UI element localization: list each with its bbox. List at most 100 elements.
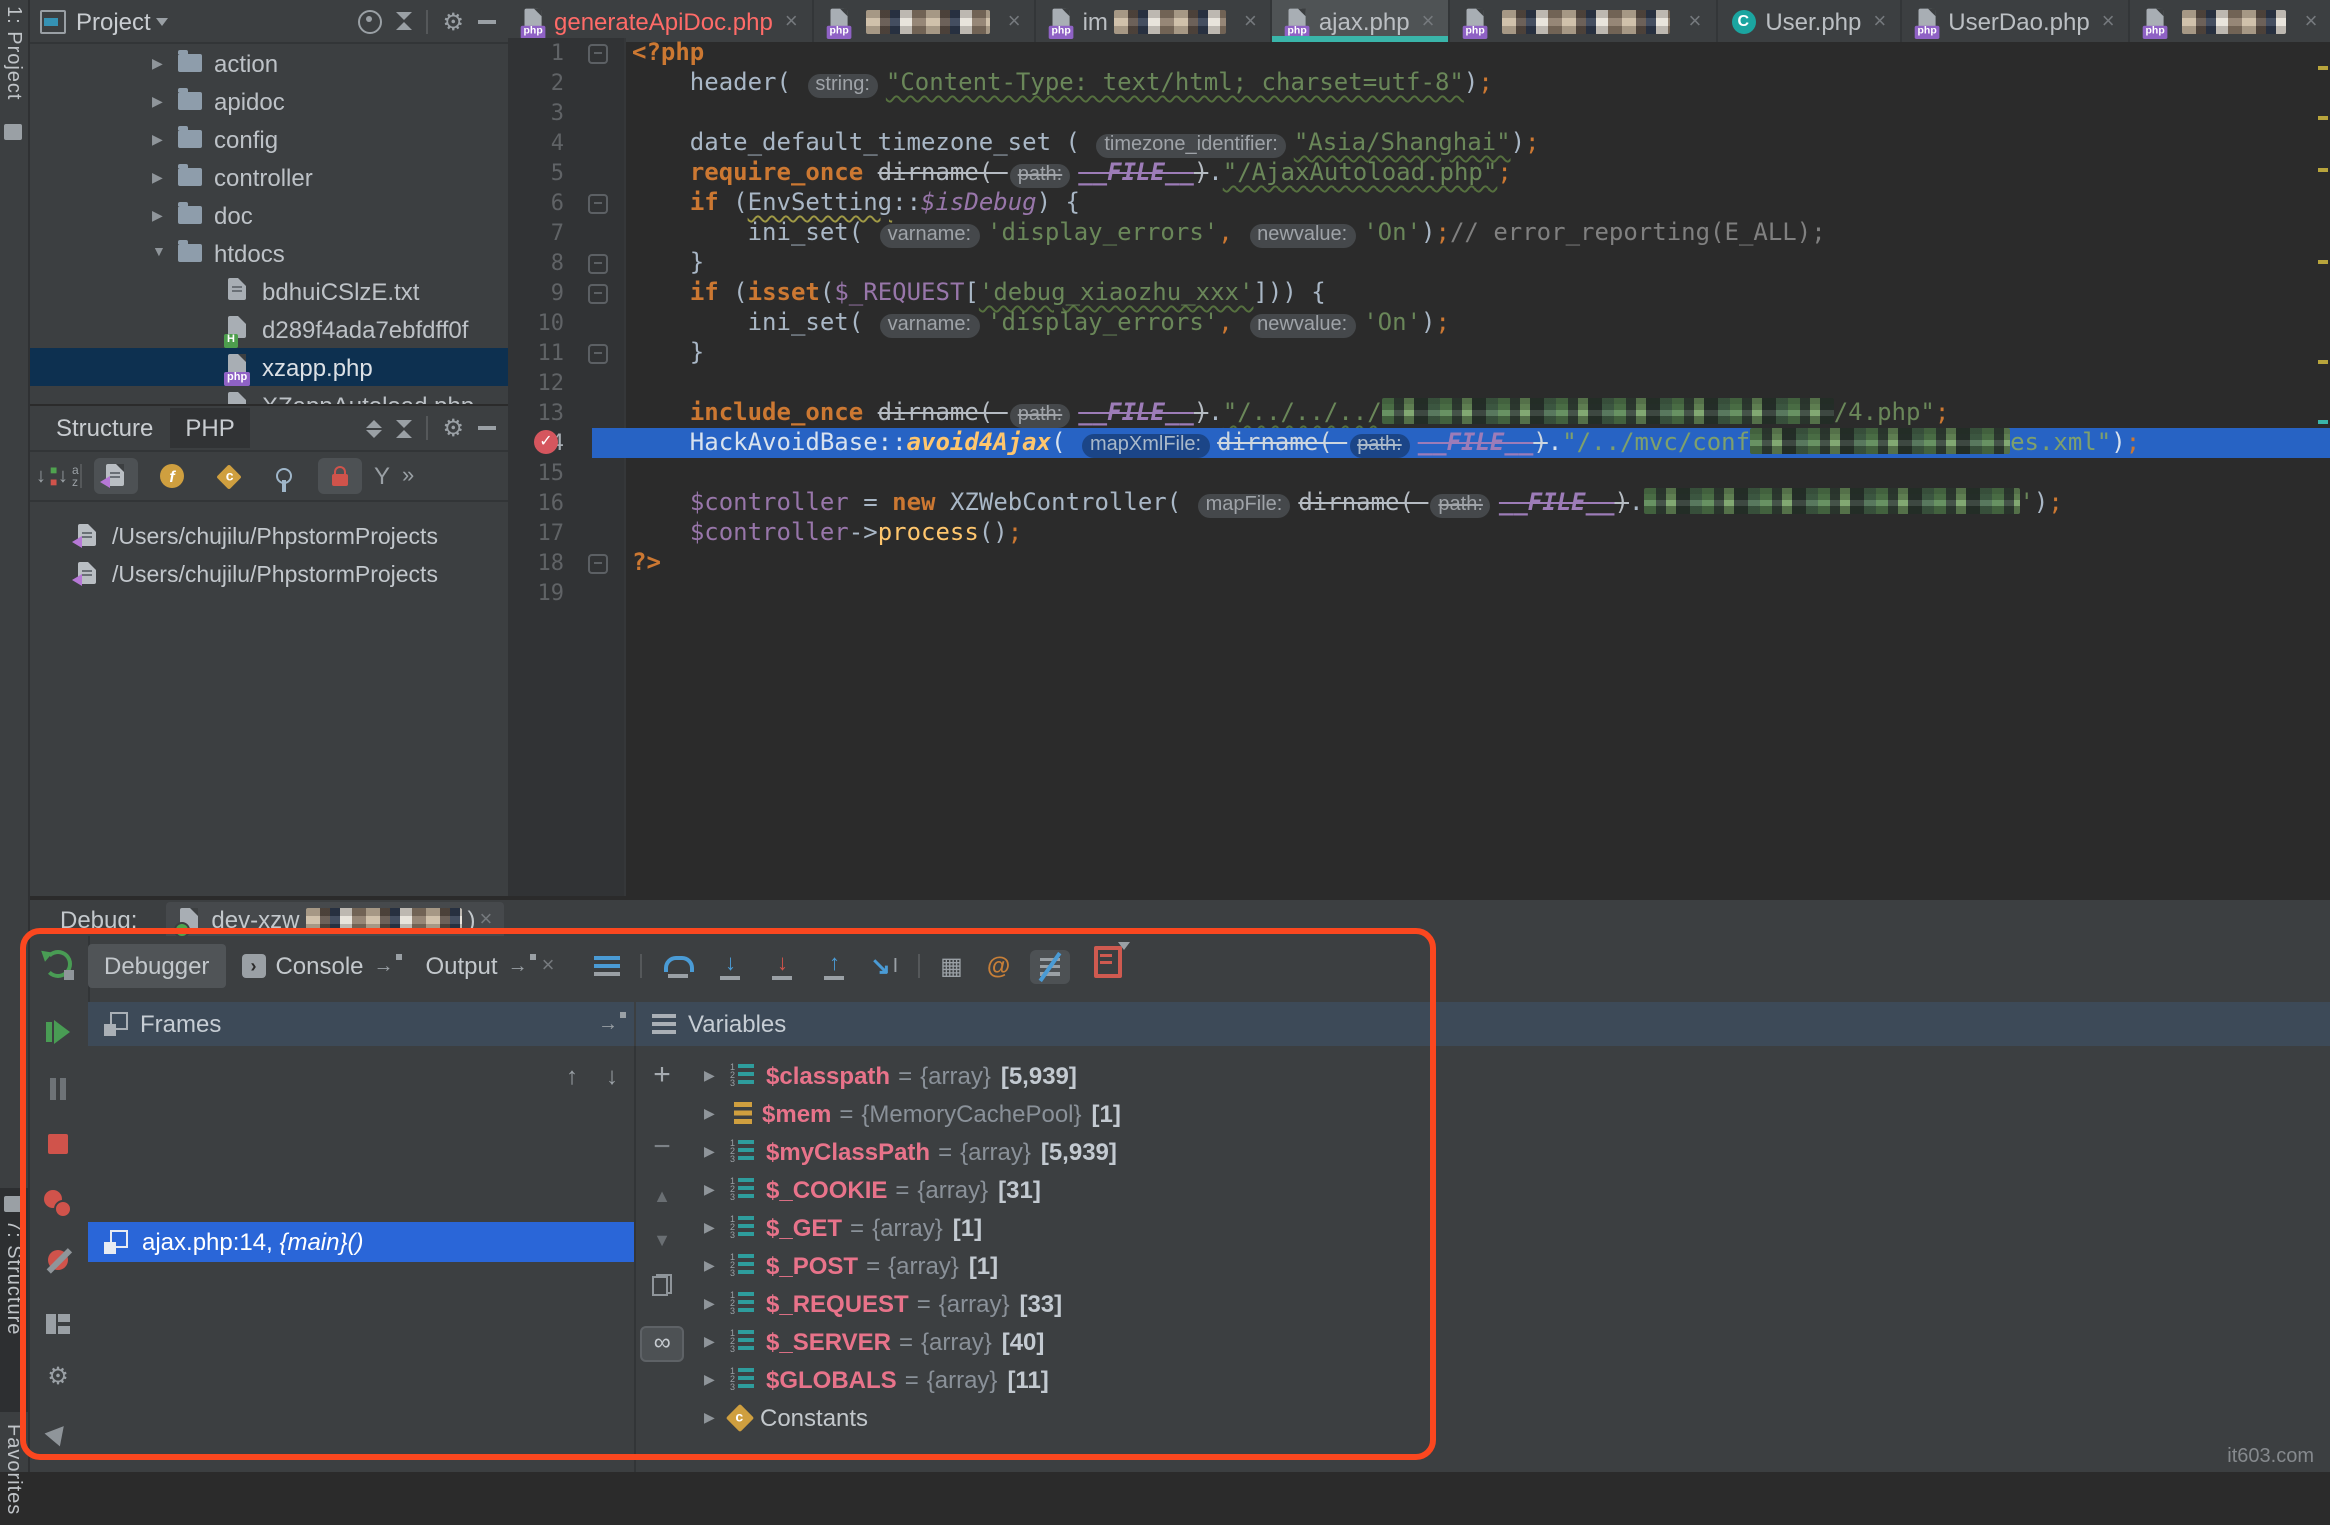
editor-tab[interactable]: php×: [2131, 0, 2330, 42]
close-icon[interactable]: ×: [1008, 9, 1021, 33]
variable-row[interactable]: ▶$mem={MemoryCachePool}[1]: [688, 1094, 2330, 1132]
variable-row[interactable]: ▶123$myClassPath={array}[5,939]: [688, 1132, 2330, 1170]
editor-tab[interactable]: php×: [1450, 0, 1717, 42]
view-breakpoints-button[interactable]: [42, 1188, 74, 1220]
variable-row[interactable]: ▶123$classpath={array}[5,939]: [688, 1056, 2330, 1094]
resume-button[interactable]: [42, 1016, 74, 1048]
collapse-all-icon[interactable]: [396, 419, 412, 437]
show-constants-button[interactable]: c: [206, 458, 250, 494]
tree-row-htdocs[interactable]: ▼htdocs: [28, 234, 508, 272]
frame-up-icon[interactable]: ↑: [566, 1062, 578, 1090]
move-down-icon[interactable]: ▼: [636, 1226, 688, 1254]
chevron-right-icon[interactable]: ▶: [704, 1295, 724, 1311]
chevron-right-icon[interactable]: ▶: [152, 131, 172, 147]
rerun-button[interactable]: [42, 948, 74, 980]
tree-row-config[interactable]: ▶config: [28, 120, 508, 158]
show-includes-button[interactable]: [94, 458, 138, 494]
structure-item[interactable]: /Users/chujilu/PhpstormProjects: [28, 556, 508, 594]
step-into-button[interactable]: ↓: [714, 953, 746, 979]
filter-icon[interactable]: Y: [374, 462, 390, 490]
fold-marker[interactable]: [588, 194, 608, 214]
tab-php[interactable]: PHP: [169, 408, 250, 448]
run-to-cursor-button[interactable]: ↘I: [870, 952, 898, 980]
tab-structure[interactable]: Structure: [40, 408, 169, 448]
more-actions-icon[interactable]: »: [402, 464, 414, 488]
variable-row[interactable]: ▶cConstants: [688, 1398, 2330, 1436]
editor-tab[interactable]: phpUserDao.php×: [1902, 0, 2130, 42]
pin-tab-icon[interactable]: →: [598, 1013, 618, 1035]
pause-button[interactable]: [42, 1076, 74, 1108]
pin-tab-icon[interactable]: →: [508, 955, 528, 977]
duplicate-icon[interactable]: [636, 1274, 688, 1302]
chevron-down-icon[interactable]: ▼: [152, 246, 172, 260]
remove-watch-button[interactable]: −: [636, 1134, 688, 1162]
close-icon[interactable]: ×: [1873, 9, 1886, 33]
chevron-right-icon[interactable]: ▶: [152, 93, 172, 109]
restore-layout-button[interactable]: [42, 1308, 74, 1340]
frame-row[interactable]: ajax.php:14, {main}(): [88, 1222, 634, 1262]
sort-alpha-icon[interactable]: ↓az: [58, 465, 68, 487]
chevron-right-icon[interactable]: ▶: [704, 1409, 724, 1425]
chevron-right-icon[interactable]: ▶: [704, 1067, 724, 1083]
editor-tab[interactable]: phpajax.php×: [1273, 0, 1451, 42]
tree-row-bdhuiCSlzE.txt[interactable]: bdhuiCSlzE.txt: [28, 272, 508, 310]
step-out-button[interactable]: ↑: [818, 953, 850, 979]
move-up-icon[interactable]: ▲: [636, 1182, 688, 1210]
structure-item[interactable]: /Users/chujilu/PhpstormProjects: [28, 518, 508, 556]
evaluate-expression-button[interactable]: ▦: [940, 952, 963, 980]
new-watch-button[interactable]: @: [987, 952, 1010, 980]
tab-debugger[interactable]: Debugger: [88, 944, 225, 988]
locate-file-icon[interactable]: [358, 9, 382, 33]
expand-all-icon[interactable]: [366, 419, 382, 437]
fold-marker[interactable]: [588, 254, 608, 274]
fold-marker[interactable]: [588, 554, 608, 574]
add-watch-button[interactable]: +: [636, 1062, 688, 1090]
fold-marker[interactable]: [588, 44, 608, 64]
tree-row-d289f4ada7ebfdff0f[interactable]: Hd289f4ada7ebfdff0f: [28, 310, 508, 348]
sort-visibility-icon[interactable]: ↓■■: [36, 465, 46, 487]
variable-row[interactable]: ▶123$GLOBALS={array}[11]: [688, 1360, 2330, 1398]
show-private-button[interactable]: [318, 458, 362, 494]
variable-row[interactable]: ▶123$_GET={array}[1]: [688, 1208, 2330, 1246]
variable-row[interactable]: ▶123$_POST={array}[1]: [688, 1246, 2330, 1284]
toolwindow-button-favorites[interactable]: Favorites: [2, 1424, 24, 1525]
close-icon[interactable]: ×: [1244, 9, 1257, 33]
chevron-right-icon[interactable]: ▶: [152, 55, 172, 71]
gear-icon[interactable]: ⚙: [442, 416, 464, 440]
close-icon[interactable]: ×: [785, 9, 798, 33]
editor-tab[interactable]: php×: [814, 0, 1037, 42]
tab-console[interactable]: › Console →: [225, 944, 409, 988]
close-icon[interactable]: ×: [2102, 9, 2115, 33]
breakpoint-icon[interactable]: ✓: [534, 430, 558, 454]
show-fields-button[interactable]: [262, 458, 306, 494]
tree-row-action[interactable]: ▶action: [28, 44, 508, 82]
close-icon[interactable]: ×: [2305, 9, 2318, 33]
show-values-inline-button[interactable]: [1030, 949, 1070, 983]
chevron-right-icon[interactable]: ▶: [704, 1333, 724, 1349]
step-over-button[interactable]: [662, 955, 694, 977]
close-icon[interactable]: ×: [542, 954, 555, 978]
chevron-right-icon[interactable]: ▶: [704, 1143, 724, 1159]
chevron-right-icon[interactable]: ▶: [704, 1371, 724, 1387]
hide-panel-icon[interactable]: [478, 426, 496, 430]
chevron-down-icon[interactable]: [157, 18, 169, 26]
tree-row-doc[interactable]: ▶doc: [28, 196, 508, 234]
variable-row[interactable]: ▶123$_REQUEST={array}[33]: [688, 1284, 2330, 1322]
chevron-right-icon[interactable]: ▶: [704, 1257, 724, 1273]
code-editor[interactable]: <?php header( string:"Content-Type: text…: [508, 38, 2330, 896]
gear-icon[interactable]: ⚙: [442, 9, 464, 33]
toolwindow-button-structure[interactable]: 7: Structure: [0, 1188, 28, 1412]
tree-row-controller[interactable]: ▶controller: [28, 158, 508, 196]
close-icon[interactable]: ×: [1422, 9, 1435, 33]
pin-icon[interactable]: [42, 1416, 74, 1448]
editor-tab[interactable]: phpgenerateApiDoc.php×: [508, 0, 814, 42]
mute-breakpoints-button[interactable]: [42, 1244, 74, 1276]
settings-menu-icon[interactable]: [594, 956, 620, 976]
restore-layout-icon[interactable]: [1094, 945, 1122, 987]
error-stripe[interactable]: [2314, 42, 2330, 896]
tab-output[interactable]: Output → ×: [410, 944, 571, 988]
toolwindow-button-project[interactable]: 1: Project: [2, 6, 46, 111]
editor-tab[interactable]: CUser.php×: [1717, 0, 1902, 42]
fold-marker[interactable]: [588, 344, 608, 364]
hide-panel-icon[interactable]: [478, 19, 496, 23]
